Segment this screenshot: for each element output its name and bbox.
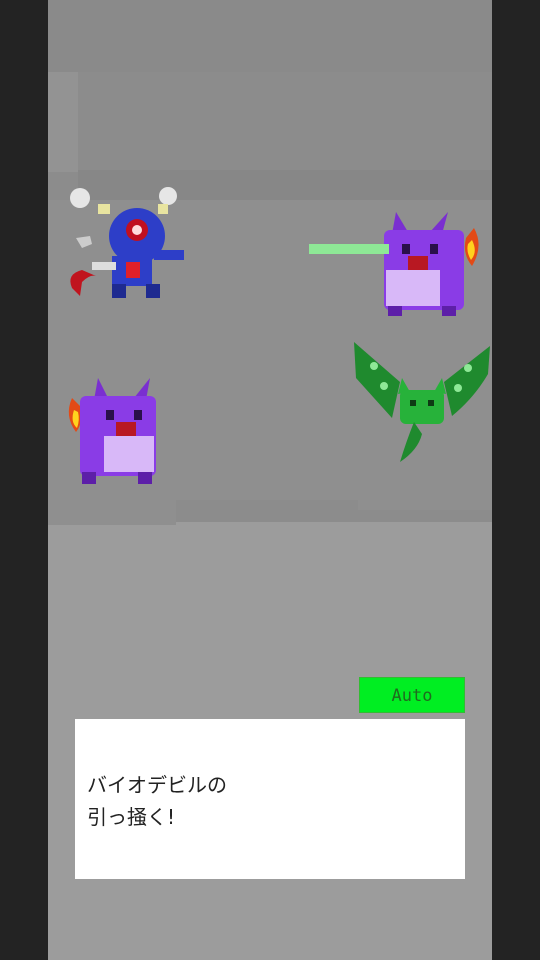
message-line-2: 引っ掻く! [87,805,176,829]
enemy-purple-fire-cat-sprite[interactable] [378,208,488,318]
battle-screen: Auto バイオデビルの 引っ掻く! [48,0,492,960]
ally-purple-fire-cat-sprite[interactable] [58,376,168,486]
message-line-1: バイオデビルの [87,773,227,797]
auto-battle-button[interactable]: Auto [359,677,465,713]
battle-message-box: バイオデビルの 引っ掻く! [75,719,465,879]
ally-blue-devil-robot-sprite[interactable] [62,178,192,302]
attack-beam [309,244,389,254]
enemy-green-bat-sprite[interactable] [352,338,492,470]
